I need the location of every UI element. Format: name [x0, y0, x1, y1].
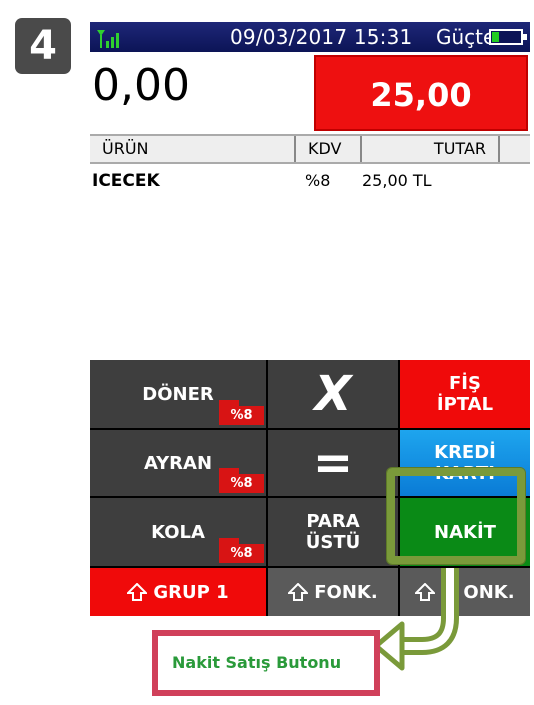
- callout-arrow-icon: [373, 568, 459, 671]
- cash-sale-button-callout: Nakit Satış Butonu: [152, 630, 380, 696]
